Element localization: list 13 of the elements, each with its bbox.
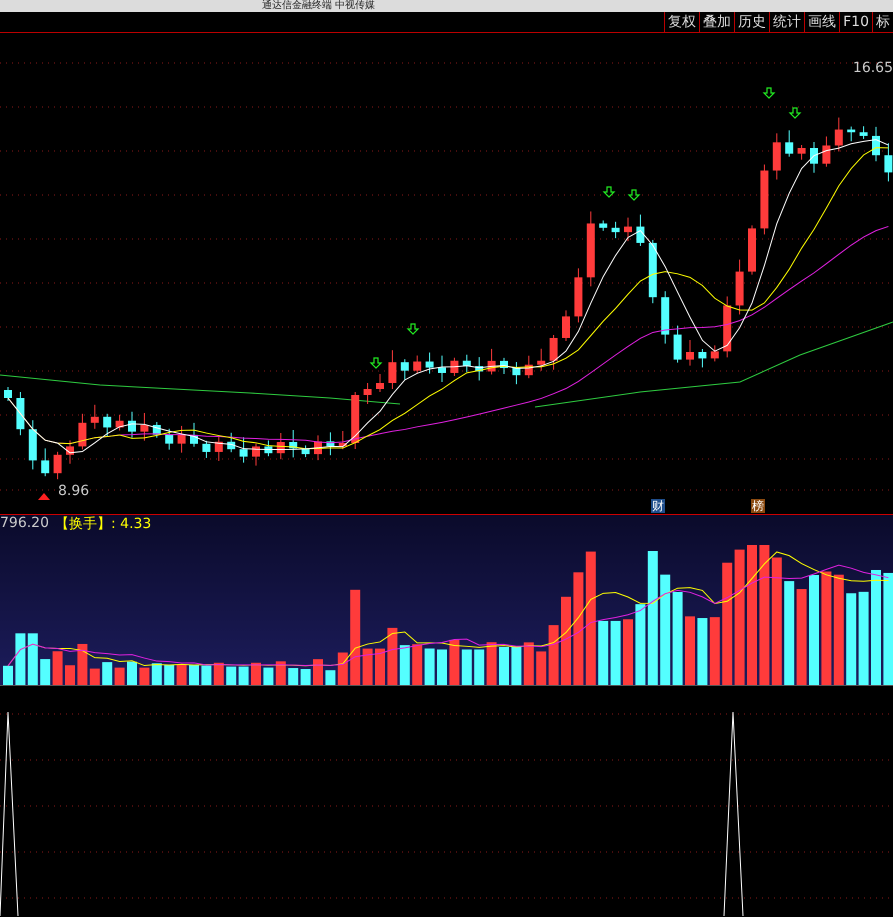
event-badge[interactable]: 财 — [651, 499, 665, 513]
down-arrow-icon — [406, 323, 420, 335]
down-arrow-icon — [762, 87, 776, 99]
volume-reading: 796.20 — [0, 515, 49, 533]
down-arrow-icon — [788, 107, 802, 119]
low-marker-icon — [38, 493, 50, 500]
down-arrow-icon — [370, 357, 382, 369]
window-title: 通达信金融终端 中视传媒 — [262, 0, 376, 12]
down-arrow-icon — [602, 186, 616, 198]
high-price-label: 16.65 — [852, 60, 893, 76]
event-badge[interactable]: 榜 — [751, 499, 765, 513]
turnover-reading: 【换手】: 4.33 — [55, 515, 152, 533]
down-arrow-icon — [628, 189, 640, 201]
